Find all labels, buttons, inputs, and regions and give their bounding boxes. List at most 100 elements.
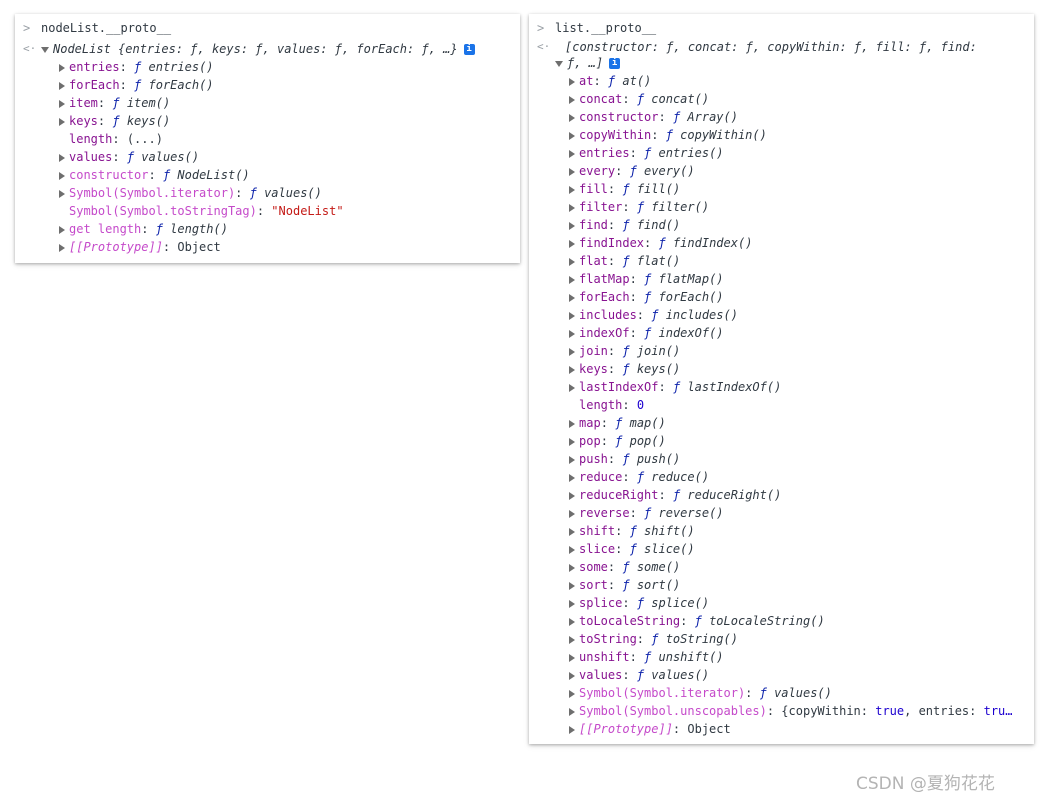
triangle-right-icon[interactable] xyxy=(569,275,575,284)
triangle-right-icon[interactable] xyxy=(59,63,65,72)
info-icon[interactable]: i xyxy=(609,58,621,69)
property-row[interactable]: values: ƒ values() xyxy=(569,666,709,684)
info-icon[interactable]: i xyxy=(463,44,475,55)
triangle-right-icon[interactable] xyxy=(569,671,575,680)
triangle-right-icon[interactable] xyxy=(569,185,575,194)
property-row[interactable]: toLocaleString: ƒ toLocaleString() xyxy=(569,612,825,630)
property-row[interactable]: push: ƒ push() xyxy=(569,450,680,468)
property-row[interactable]: lastIndexOf: ƒ lastIndexOf() xyxy=(569,378,781,396)
console-input-line[interactable]: > nodeList.__proto__ xyxy=(23,20,171,36)
property-row[interactable]: copyWithin: ƒ copyWithin() xyxy=(569,126,767,144)
property-row[interactable]: indexOf: ƒ indexOf() xyxy=(569,324,724,342)
triangle-right-icon[interactable] xyxy=(569,599,575,608)
property-row[interactable]: values: ƒ values() xyxy=(59,148,199,166)
property-row[interactable]: Symbol(Symbol.iterator): ƒ values() xyxy=(569,684,832,702)
property-row[interactable]: entries: ƒ entries() xyxy=(59,58,214,76)
triangle-right-icon[interactable] xyxy=(569,239,575,248)
property-row[interactable]: some: ƒ some() xyxy=(569,558,680,576)
console-input-line[interactable]: > list.__proto__ xyxy=(537,20,656,36)
property-row[interactable]: toString: ƒ toString() xyxy=(569,630,738,648)
property-row[interactable]: fill: ƒ fill() xyxy=(569,180,680,198)
triangle-right-icon[interactable] xyxy=(569,365,575,374)
property-row[interactable]: shift: ƒ shift() xyxy=(569,522,695,540)
triangle-down-icon[interactable] xyxy=(555,60,563,67)
property-row[interactable]: Symbol(Symbol.iterator): ƒ values() xyxy=(59,184,322,202)
triangle-right-icon[interactable] xyxy=(569,509,575,518)
property-row[interactable]: Symbol(Symbol.unscopables): {copyWithin:… xyxy=(569,702,1013,720)
object-summary-row[interactable]: [constructor: ƒ, concat: ƒ, copyWithin: … xyxy=(565,38,977,56)
triangle-right-icon[interactable] xyxy=(569,95,575,104)
triangle-right-icon[interactable] xyxy=(59,99,65,108)
property-row[interactable]: find: ƒ find() xyxy=(569,216,680,234)
property-row[interactable]: flatMap: ƒ flatMap() xyxy=(569,270,724,288)
triangle-right-icon[interactable] xyxy=(569,293,575,302)
triangle-right-icon[interactable] xyxy=(59,225,65,234)
property-row[interactable]: unshift: ƒ unshift() xyxy=(569,648,724,666)
triangle-right-icon[interactable] xyxy=(569,311,575,320)
property-row[interactable]: join: ƒ join() xyxy=(569,342,680,360)
triangle-right-icon[interactable] xyxy=(569,635,575,644)
triangle-right-icon[interactable] xyxy=(569,113,575,122)
property-row[interactable]: every: ƒ every() xyxy=(569,162,695,180)
property-row[interactable]: keys: ƒ keys() xyxy=(59,112,170,130)
triangle-right-icon[interactable] xyxy=(569,383,575,392)
triangle-right-icon[interactable] xyxy=(569,167,575,176)
triangle-right-icon[interactable] xyxy=(59,171,65,180)
property-row[interactable]: slice: ƒ slice() xyxy=(569,540,695,558)
property-row[interactable]: findIndex: ƒ findIndex() xyxy=(569,234,752,252)
triangle-right-icon[interactable] xyxy=(569,473,575,482)
triangle-right-icon[interactable] xyxy=(59,117,65,126)
property-value: "NodeList" xyxy=(271,204,344,218)
property-row[interactable]: item: ƒ item() xyxy=(59,94,170,112)
property-row[interactable]: constructor: ƒ NodeList() xyxy=(59,166,250,184)
triangle-right-icon[interactable] xyxy=(569,617,575,626)
triangle-right-icon[interactable] xyxy=(569,149,575,158)
property-row[interactable]: pop: ƒ pop() xyxy=(569,432,666,450)
property-row[interactable]: constructor: ƒ Array() xyxy=(569,108,738,126)
triangle-right-icon[interactable] xyxy=(569,455,575,464)
property-row[interactable]: entries: ƒ entries() xyxy=(569,144,724,162)
property-row[interactable]: [[Prototype]]: Object xyxy=(569,720,731,738)
property-row[interactable]: at: ƒ at() xyxy=(569,72,651,90)
object-summary-row[interactable]: NodeList {entries: ƒ, keys: ƒ, values: ƒ… xyxy=(41,40,475,58)
triangle-right-icon[interactable] xyxy=(569,77,575,86)
triangle-right-icon[interactable] xyxy=(569,689,575,698)
triangle-right-icon[interactable] xyxy=(59,81,65,90)
property-row[interactable]: forEach: ƒ forEach() xyxy=(59,76,214,94)
property-row[interactable]: includes: ƒ includes() xyxy=(569,306,738,324)
triangle-right-icon[interactable] xyxy=(59,153,65,162)
triangle-right-icon[interactable] xyxy=(569,491,575,500)
triangle-right-icon[interactable] xyxy=(569,707,575,716)
triangle-right-icon[interactable] xyxy=(59,243,65,252)
triangle-right-icon[interactable] xyxy=(569,257,575,266)
object-summary-row-2[interactable]: ƒ, …] i xyxy=(555,54,621,72)
property-row[interactable]: flat: ƒ flat() xyxy=(569,252,680,270)
property-row[interactable]: reverse: ƒ reverse() xyxy=(569,504,724,522)
triangle-down-icon[interactable] xyxy=(41,46,49,53)
property-row[interactable]: filter: ƒ filter() xyxy=(569,198,709,216)
triangle-right-icon[interactable] xyxy=(59,189,65,198)
triangle-right-icon[interactable] xyxy=(569,203,575,212)
triangle-right-icon[interactable] xyxy=(569,221,575,230)
property-row[interactable]: keys: ƒ keys() xyxy=(569,360,680,378)
triangle-right-icon[interactable] xyxy=(569,419,575,428)
property-row[interactable]: reduceRight: ƒ reduceRight() xyxy=(569,486,781,504)
triangle-right-icon[interactable] xyxy=(569,437,575,446)
property-row[interactable]: sort: ƒ sort() xyxy=(569,576,680,594)
property-row[interactable]: reduce: ƒ reduce() xyxy=(569,468,709,486)
property-row[interactable]: splice: ƒ splice() xyxy=(569,594,709,612)
triangle-right-icon[interactable] xyxy=(569,581,575,590)
triangle-right-icon[interactable] xyxy=(569,347,575,356)
property-row[interactable]: concat: ƒ concat() xyxy=(569,90,709,108)
triangle-right-icon[interactable] xyxy=(569,725,575,734)
triangle-right-icon[interactable] xyxy=(569,653,575,662)
triangle-right-icon[interactable] xyxy=(569,131,575,140)
property-row[interactable]: [[Prototype]]: Object xyxy=(59,238,221,256)
triangle-right-icon[interactable] xyxy=(569,545,575,554)
property-row[interactable]: get length: ƒ length() xyxy=(59,220,228,238)
triangle-right-icon[interactable] xyxy=(569,563,575,572)
property-row[interactable]: forEach: ƒ forEach() xyxy=(569,288,724,306)
triangle-right-icon[interactable] xyxy=(569,527,575,536)
triangle-right-icon[interactable] xyxy=(569,329,575,338)
property-row[interactable]: map: ƒ map() xyxy=(569,414,666,432)
